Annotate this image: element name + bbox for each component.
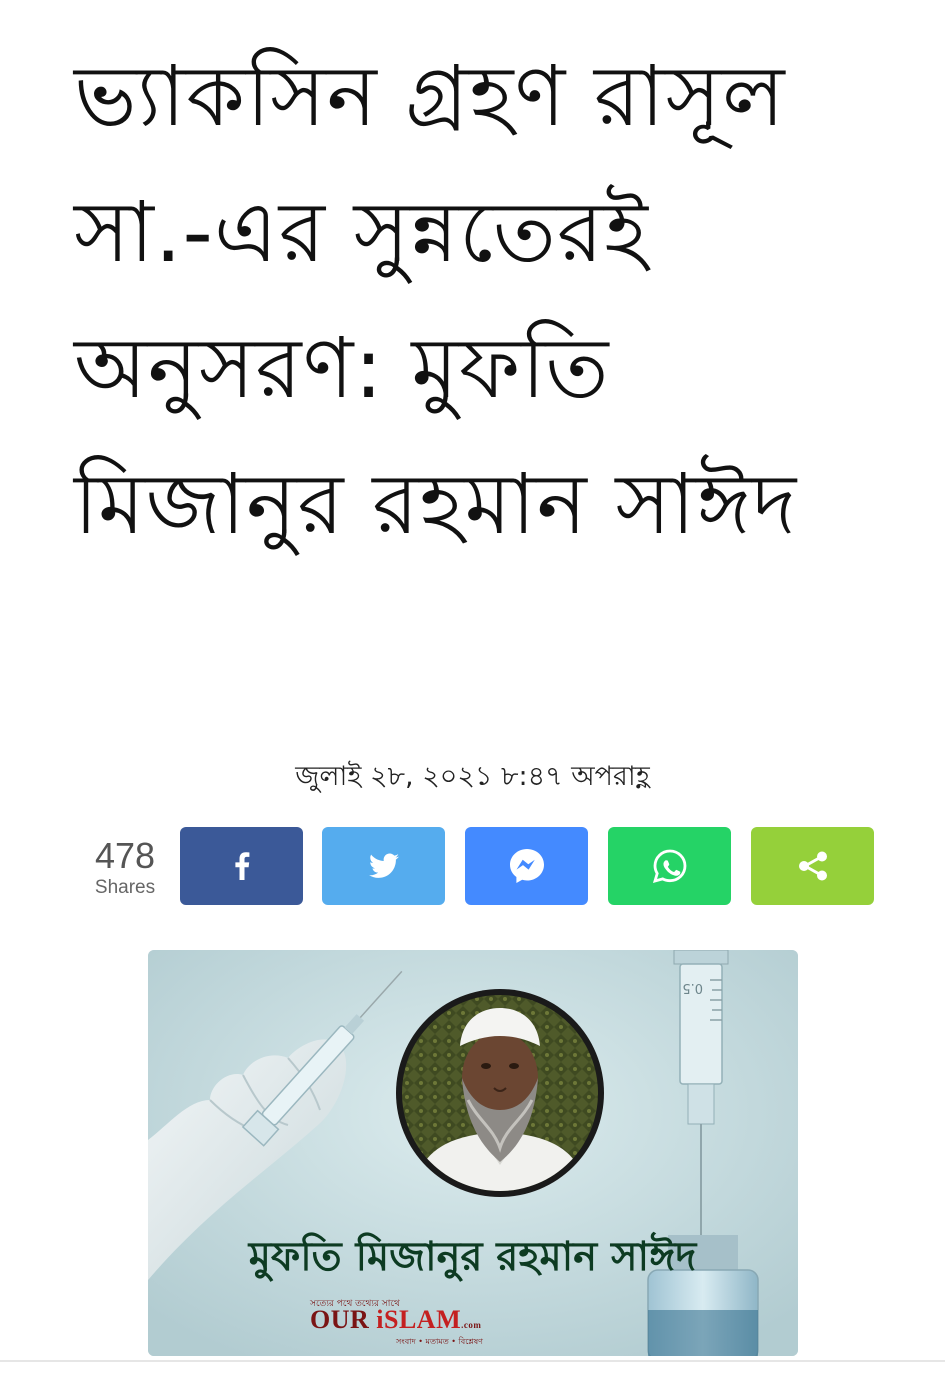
twitter-share-button[interactable]: [322, 827, 445, 905]
share-count-label: Shares: [94, 877, 156, 898]
article-title: ভ্যাকসিন গ্রহণ রাসূল সা.-এর সুন্নতেরই অন…: [74, 47, 798, 553]
logo-word-islam: iSLAM: [376, 1305, 462, 1334]
logo-tagline-bottom: সংবাদ • মতামত • বিশ্লেষণ: [396, 1337, 483, 1346]
share-count: 478: [94, 835, 156, 876]
logo-suffix: .com: [461, 1320, 482, 1330]
syringe-mark: 0.5: [682, 980, 703, 995]
share-icon: [798, 851, 827, 881]
whatsapp-share-button[interactable]: [608, 827, 731, 905]
hero-caption: মুফতি মিজানুর রহমান সাঈদ: [248, 1234, 697, 1280]
messenger-icon: [509, 849, 544, 883]
article-date: জুলাই ২৮, ২০২১ ৮:৪৭ অপরাহ্ণ: [295, 761, 650, 792]
share-counter: 478 Shares: [84, 836, 166, 900]
facebook-share-button[interactable]: [180, 827, 303, 905]
share-button[interactable]: [751, 827, 874, 905]
logo-word-our: OUR: [310, 1305, 370, 1334]
messenger-share-button[interactable]: [465, 827, 588, 905]
facebook-icon: [234, 852, 249, 880]
divider: [0, 1360, 945, 1362]
ourislam-logo: সত্যের পথে তথ্যের সাথে OUR iSLAM.com সংব…: [310, 1296, 540, 1346]
whatsapp-icon: [652, 849, 686, 884]
logo-wordmark: OUR iSLAM.com: [310, 1305, 481, 1335]
twitter-icon: [368, 853, 399, 878]
